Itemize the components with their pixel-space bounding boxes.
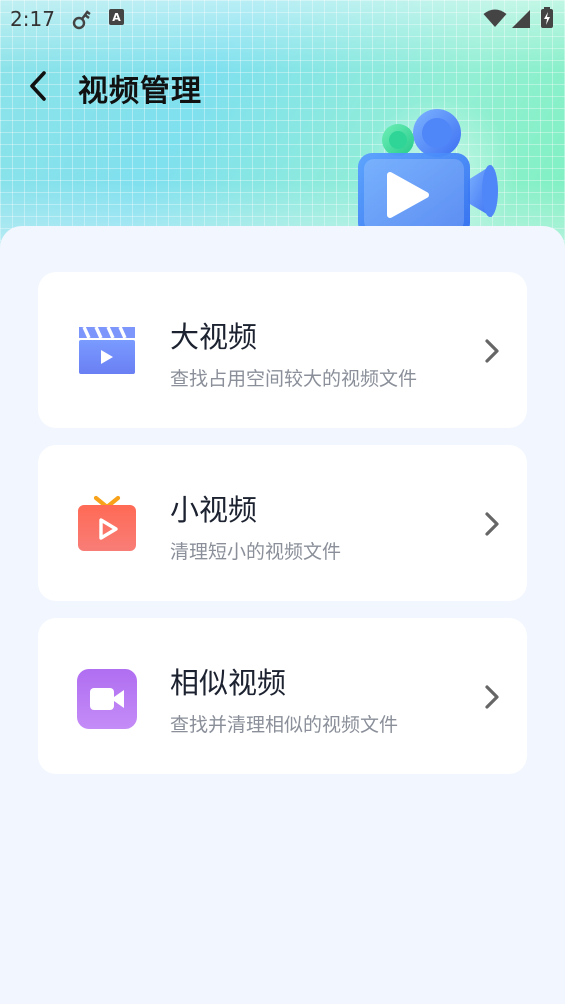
card-description: 查找并清理相似的视频文件 <box>170 714 399 736</box>
svg-text:A: A <box>112 11 121 24</box>
card-description: 查找占用空间较大的视频文件 <box>170 368 418 390</box>
chevron-right-icon <box>485 512 499 536</box>
chevron-left-icon <box>30 71 46 101</box>
battery-charging-icon <box>540 7 554 33</box>
notification-key-icon <box>72 8 92 34</box>
tv-play-icon <box>76 495 138 557</box>
content-panel: 大视频 查找占用空间较大的视频文件 小视频 清理短小的视频文件 相似视频 查找并… <box>0 226 565 1004</box>
clapperboard-icon <box>76 322 138 384</box>
page-title: 视频管理 <box>78 74 202 109</box>
video-camera-icon <box>76 668 138 730</box>
large-video-card[interactable]: 大视频 查找占用空间较大的视频文件 <box>38 272 527 428</box>
wifi-icon <box>483 9 507 33</box>
notification-a-icon: A <box>108 8 126 32</box>
small-video-card[interactable]: 小视频 清理短小的视频文件 <box>38 445 527 601</box>
card-title: 大视频 <box>170 320 258 354</box>
cellular-signal-icon <box>511 9 531 33</box>
card-title: 小视频 <box>170 493 258 527</box>
card-title: 相似视频 <box>170 666 287 700</box>
chevron-right-icon <box>485 339 499 363</box>
chevron-right-icon <box>485 685 499 709</box>
status-time: 2:17 <box>10 7 55 31</box>
status-bar: 2:17 A <box>0 0 565 38</box>
similar-video-card[interactable]: 相似视频 查找并清理相似的视频文件 <box>38 618 527 774</box>
back-button[interactable] <box>18 64 58 108</box>
card-description: 清理短小的视频文件 <box>170 541 342 563</box>
